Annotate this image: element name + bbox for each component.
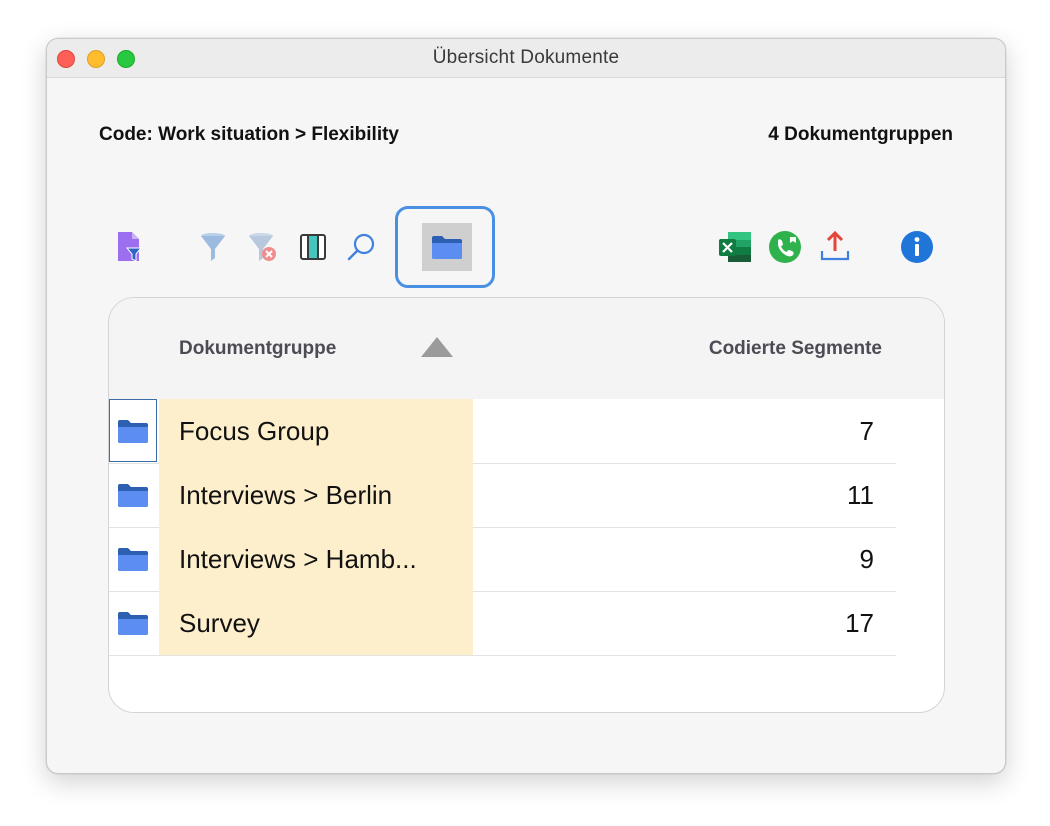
export-button[interactable]: [817, 229, 853, 265]
search-button[interactable]: [343, 229, 379, 265]
folder-icon: [118, 611, 148, 635]
group-view-button[interactable]: [422, 223, 472, 271]
excel-export-button[interactable]: [717, 229, 753, 265]
phone-button[interactable]: [767, 229, 803, 265]
table-header: Dokumentgruppe Codierte Segmente: [109, 298, 944, 399]
clear-filter-icon: [249, 233, 276, 261]
document-group-table: Dokumentgruppe Codierte Segmente Focus G…: [108, 297, 945, 713]
row-icon-cell: [109, 591, 157, 654]
table-row[interactable]: Interviews > Berlin 11: [109, 463, 896, 528]
document-filter-icon: [118, 232, 143, 262]
window-title: Übersicht Dokumente: [432, 47, 620, 68]
table-row[interactable]: Interviews > Hamb... 9: [109, 527, 896, 592]
title-bar: Übersicht Dokumente: [47, 39, 1005, 78]
row-count: 9: [859, 544, 874, 574]
row-name: Survey: [179, 608, 260, 638]
group-view-button-focus-ring: [395, 206, 495, 288]
row-icon-cell: [109, 399, 157, 462]
code-path-label: Code: Work situation > Flexibility: [99, 124, 399, 145]
sort-ascending-icon[interactable]: [421, 337, 453, 357]
phone-icon: [769, 231, 801, 263]
columns-button[interactable]: [295, 229, 331, 265]
row-name: Focus Group: [179, 416, 330, 446]
column-header-count[interactable]: Codierte Segmente: [709, 338, 882, 360]
folder-icon: [432, 236, 462, 259]
row-icon-cell: [109, 463, 157, 526]
search-icon: [347, 233, 375, 261]
table-row[interactable]: Focus Group 7: [109, 399, 896, 464]
row-name: Interviews > Berlin: [179, 480, 393, 510]
filter-button[interactable]: [195, 229, 231, 265]
clear-filter-button[interactable]: [245, 229, 281, 265]
folder-icon: [118, 547, 148, 571]
row-count: 17: [845, 608, 874, 638]
overview-window: Übersicht Dokumente Code: Work situation…: [46, 38, 1006, 774]
column-header-group[interactable]: Dokumentgruppe: [179, 338, 336, 360]
row-name: Interviews > Hamb...: [179, 544, 417, 574]
info-icon: [901, 231, 933, 263]
columns-icon: [300, 234, 326, 260]
info-button[interactable]: [899, 229, 935, 265]
table-row[interactable]: Survey 17: [109, 591, 896, 656]
row-count: 11: [847, 480, 874, 510]
document-filter-button[interactable]: [111, 229, 147, 265]
row-count: 7: [859, 416, 874, 446]
export-icon: [820, 231, 850, 261]
filter-icon: [201, 233, 225, 261]
folder-icon: [118, 419, 148, 443]
excel-icon: [719, 232, 751, 262]
row-icon-cell: [109, 527, 157, 590]
folder-icon: [118, 483, 148, 507]
group-count-label: 4 Dokumentgruppen: [768, 124, 953, 145]
